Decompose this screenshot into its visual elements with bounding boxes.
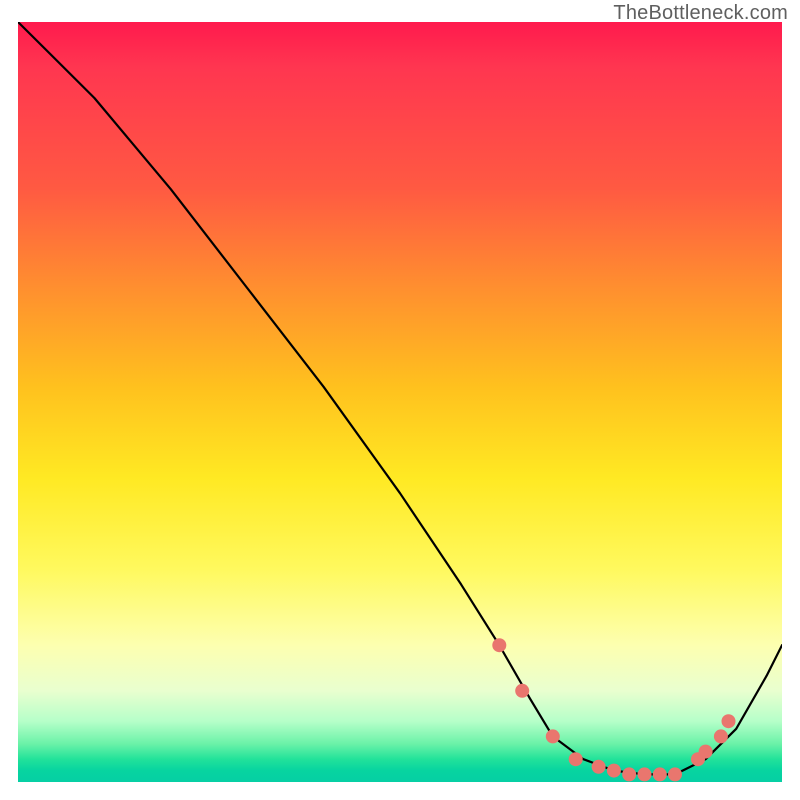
- highlight-dot: [668, 767, 682, 781]
- highlight-dot: [714, 729, 728, 743]
- highlight-dot: [546, 729, 560, 743]
- highlight-dot: [515, 684, 529, 698]
- chart-container: TheBottleneck.com: [0, 0, 800, 800]
- highlight-dot: [569, 752, 583, 766]
- highlight-dot: [607, 764, 621, 778]
- highlight-dots-group: [492, 638, 735, 781]
- plot-area: [18, 22, 782, 782]
- highlight-dot: [699, 745, 713, 759]
- highlight-dot: [653, 767, 667, 781]
- bottleneck-curve: [18, 22, 782, 774]
- highlight-dot: [622, 767, 636, 781]
- highlight-dot: [592, 760, 606, 774]
- highlight-dot: [638, 767, 652, 781]
- watermark-text: TheBottleneck.com: [613, 2, 788, 25]
- curve-layer: [18, 22, 782, 782]
- highlight-dot: [492, 638, 506, 652]
- highlight-dot: [722, 714, 736, 728]
